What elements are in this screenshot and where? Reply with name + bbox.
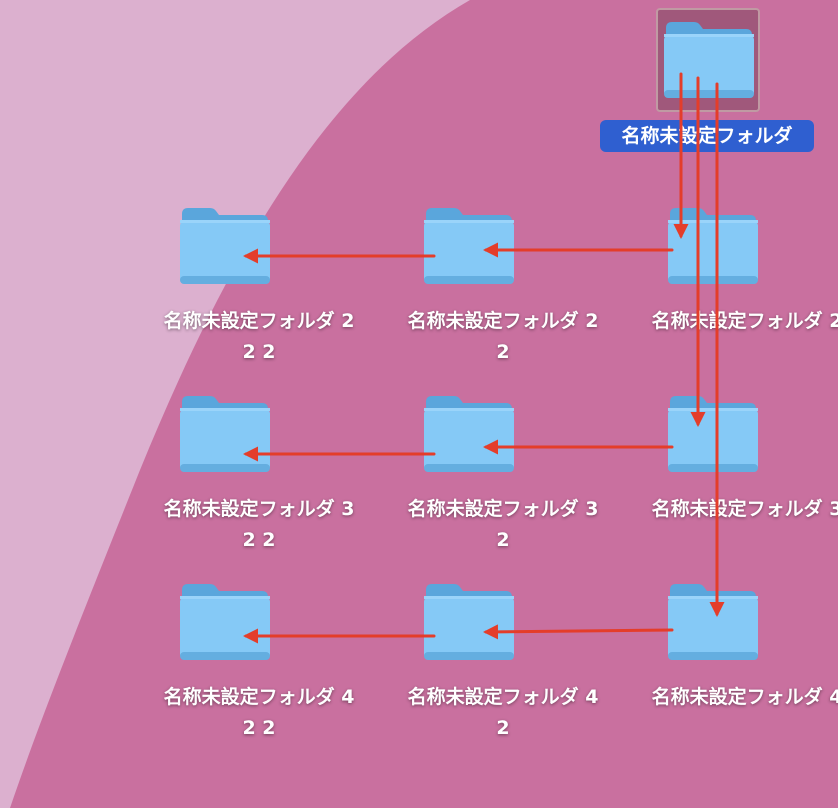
folder-icon	[420, 206, 516, 286]
folder-icon	[664, 206, 760, 286]
folder-icon	[176, 206, 272, 286]
folder-icon	[664, 394, 760, 474]
folder-label: 名称未設定フォルダ 22 2	[163, 310, 355, 363]
folder-label: 名称未設定フォルダ 32	[407, 498, 599, 551]
folder-icon	[176, 394, 272, 474]
folder-label: 名称未設定フォルダ 2	[651, 310, 838, 332]
folder-label: 名称未設定フォルダ 42	[407, 686, 599, 739]
folder-icon	[660, 20, 756, 100]
folder-label: 名称未設定フォルダ 4	[651, 686, 838, 708]
folder-label: 名称未設定フォルダ 32 2	[163, 498, 355, 551]
folder-label: 名称未設定フォルダ 22	[407, 310, 599, 363]
folder-icon	[420, 582, 516, 662]
folder-icon	[176, 582, 272, 662]
desktop: 名称未設定フォルダ 名称未設定フォルダ 22 2 名称未設定フォルダ 22 名称…	[0, 0, 838, 808]
folder-label: 名称未設定フォルダ 3	[651, 498, 838, 520]
folder-icon	[420, 394, 516, 474]
folder-label: 名称未設定フォルダ 42 2	[163, 686, 355, 739]
folder-label[interactable]: 名称未設定フォルダ	[600, 120, 814, 152]
folder-icon	[664, 582, 760, 662]
